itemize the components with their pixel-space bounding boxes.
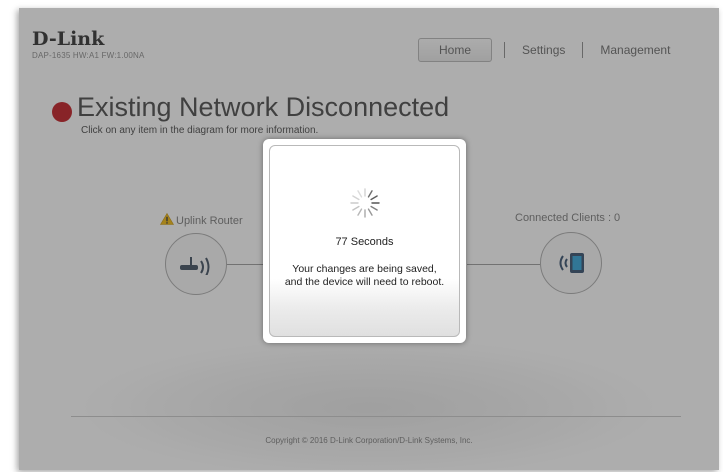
- web-ui-frame: D-Link DAP-1635 HW:A1 FW:1.00NA Home Set…: [19, 8, 719, 470]
- reboot-countdown: 77 Seconds: [335, 236, 394, 248]
- reboot-dialog: 77 Seconds Your changes are being saved,…: [263, 139, 466, 343]
- reboot-dialog-panel: 77 Seconds Your changes are being saved,…: [269, 145, 460, 337]
- spinner-icon: [350, 188, 380, 218]
- reboot-message-line-2: and the device will need to reboot.: [284, 276, 445, 288]
- reboot-message: Your changes are being saved, and the de…: [270, 263, 459, 289]
- reboot-message-line-1: Your changes are being saved,: [292, 263, 437, 275]
